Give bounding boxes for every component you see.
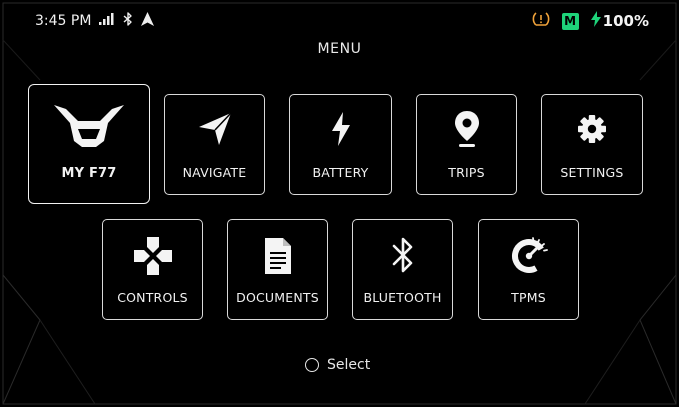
gear-icon [572,109,612,149]
tile-my-f77[interactable]: MY F77 [28,84,150,204]
tire-pressure-warning-icon [532,11,550,31]
tile-bluetooth[interactable]: BLUETOOTH [352,219,453,320]
status-bar-left: 3:45 PM [35,12,155,30]
tile-label: BLUETOOTH [363,290,442,305]
location-arrow-icon [141,12,155,30]
signal-icon [99,13,115,29]
tpms-gauge-icon [509,235,549,275]
tile-tpms[interactable]: TPMS [478,219,579,320]
navigation-arrow-icon [195,109,235,149]
charging-bolt-icon [590,11,601,31]
lightning-bolt-icon [321,109,361,149]
bluetooth-icon [383,235,423,275]
tile-label: BATTERY [312,165,369,180]
select-label: Select [327,357,371,373]
drive-mode-badge: M [561,12,579,30]
bluetooth-icon [123,12,133,30]
tile-label: MY F77 [61,166,117,181]
tile-trips[interactable]: TRIPS [416,94,517,195]
select-hint: Select [305,357,370,373]
tile-settings[interactable]: SETTINGS [541,94,643,195]
tile-label: TRIPS [448,165,485,180]
bike-front-icon [49,101,129,153]
tile-battery[interactable]: BATTERY [289,94,392,195]
tile-label: DOCUMENTS [236,290,319,305]
tile-label: NAVIGATE [182,165,247,180]
map-pin-icon [447,109,487,149]
tile-controls[interactable]: CONTROLS [102,219,203,320]
clock: 3:45 PM [35,13,92,29]
battery-percent: 100% [602,12,649,30]
select-ring-icon [305,358,319,372]
tile-label: SETTINGS [560,165,624,180]
dpad-icon [133,236,173,276]
tile-documents[interactable]: DOCUMENTS [227,219,328,320]
tile-label: CONTROLS [117,290,188,305]
tile-navigate[interactable]: NAVIGATE [164,94,265,195]
dashboard-screen: 3:45 PM M 100% MENU MY F77 NAVIGATE BATT… [0,0,679,407]
tile-label: TPMS [511,290,546,305]
menu-title: MENU [317,41,362,57]
battery-status: 100% [590,11,649,31]
status-bar-right: M 100% [532,11,649,31]
document-icon [258,236,298,276]
